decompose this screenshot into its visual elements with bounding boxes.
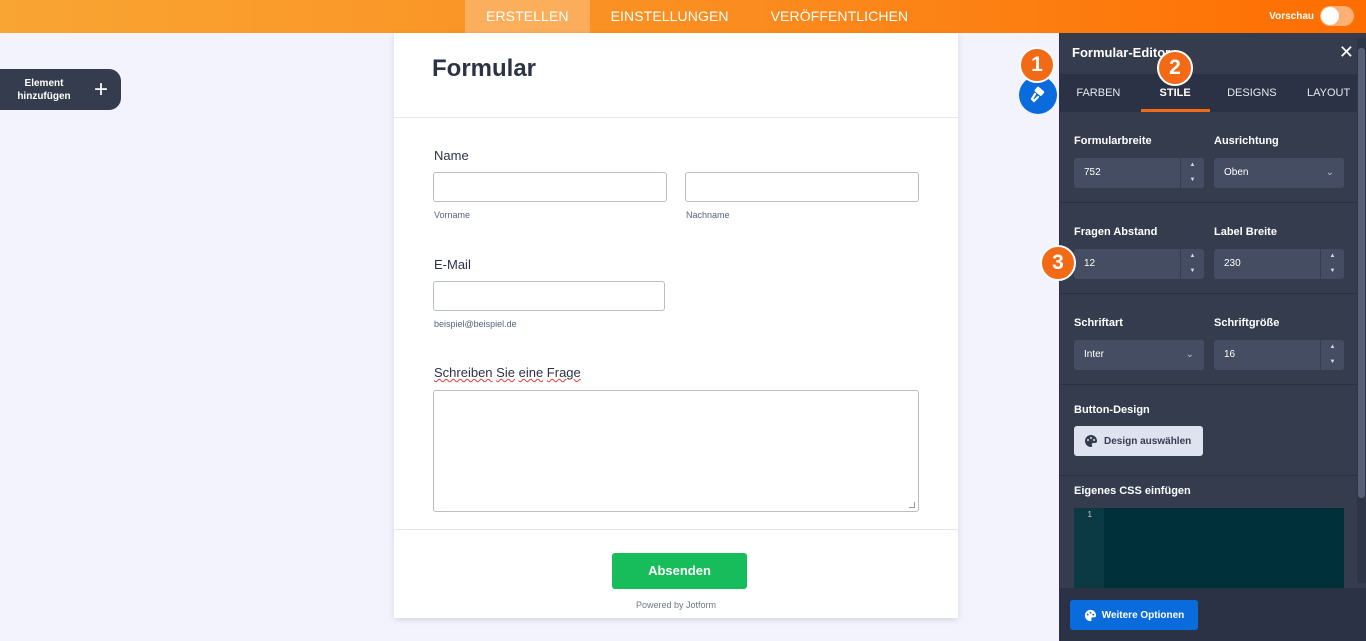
custom-css-editor[interactable]: 1 bbox=[1074, 508, 1344, 593]
stepper-up-icon[interactable]: ▲ bbox=[1321, 249, 1344, 264]
email-sublabel: beispiel@beispiel.de bbox=[434, 319, 517, 329]
preview-toggle[interactable] bbox=[1320, 6, 1354, 26]
tab-designs[interactable]: DESIGNS bbox=[1214, 74, 1291, 112]
first-name-sublabel: Vorname bbox=[434, 210, 471, 220]
alignment-label: Ausrichtung bbox=[1214, 135, 1279, 147]
stepper-down-icon[interactable]: ▼ bbox=[1181, 173, 1204, 188]
submit-button[interactable]: Absenden bbox=[612, 553, 747, 589]
form-width-stepper: ▲ ▼ bbox=[1180, 158, 1204, 188]
custom-css-label: Eigenes CSS einfügen bbox=[1074, 485, 1191, 497]
close-icon[interactable]: ✕ bbox=[1339, 43, 1354, 61]
font-size-input[interactable]: 16 ▲ ▼ bbox=[1214, 340, 1344, 370]
form-width-label: Formularbreite bbox=[1074, 135, 1152, 147]
question-label-word: Frage bbox=[546, 365, 581, 380]
resize-grip-icon[interactable] bbox=[909, 502, 915, 508]
marker-1: 1 bbox=[1019, 47, 1055, 83]
last-name-input[interactable] bbox=[685, 172, 919, 202]
form-editor-panel: Formular-Editor ✕ FARBEN STILE DESIGNS L… bbox=[1059, 33, 1366, 641]
choose-design-label: Design auswählen bbox=[1104, 435, 1192, 447]
stepper-down-icon[interactable]: ▼ bbox=[1181, 264, 1204, 279]
stepper-up-icon[interactable]: ▲ bbox=[1181, 249, 1204, 264]
choose-design-button[interactable]: Design auswählen bbox=[1074, 426, 1203, 456]
alignment-value: Oben bbox=[1224, 167, 1249, 178]
tab-farben[interactable]: FARBEN bbox=[1060, 74, 1137, 112]
palette-icon bbox=[1085, 435, 1097, 447]
question-spacing-label: Fragen Abstand bbox=[1074, 226, 1158, 238]
font-label: Schriftart bbox=[1074, 317, 1123, 329]
question-spacing-stepper: ▲ ▼ bbox=[1180, 249, 1204, 279]
panel-scrollbar[interactable] bbox=[1357, 38, 1366, 583]
top-navigation: ERSTELLEN EINSTELLUNGEN VERÖFFENTLICHEN bbox=[465, 0, 929, 33]
label-width-label: Label Breite bbox=[1214, 226, 1277, 238]
plus-icon: + bbox=[94, 75, 109, 103]
stepper-down-icon[interactable]: ▼ bbox=[1321, 355, 1344, 370]
panel-title: Formular-Editor bbox=[1072, 45, 1171, 60]
palette-icon bbox=[1084, 609, 1096, 621]
label-width-stepper: ▲ ▼ bbox=[1320, 249, 1344, 279]
button-design-label: Button-Design bbox=[1074, 404, 1150, 416]
tab-einstellungen[interactable]: EINSTELLUNGEN bbox=[590, 0, 750, 33]
preview-label: Vorschau bbox=[1269, 10, 1314, 22]
stepper-down-icon[interactable]: ▼ bbox=[1321, 264, 1344, 279]
section-divider bbox=[1060, 384, 1358, 385]
panel-footer: Weitere Optionen bbox=[1060, 588, 1366, 641]
more-options-button[interactable]: Weitere Optionen bbox=[1070, 600, 1198, 630]
question-label-word: eine bbox=[518, 365, 544, 380]
alignment-select[interactable]: Oben ⌄ bbox=[1214, 158, 1344, 188]
section-divider bbox=[1060, 293, 1358, 294]
scrollbar-thumb[interactable] bbox=[1358, 48, 1365, 498]
marker-3: 3 bbox=[1040, 245, 1076, 281]
form-width-value: 752 bbox=[1084, 167, 1101, 178]
form-divider bbox=[394, 529, 958, 530]
question-field-label[interactable]: Schreiben Sie eine Frage bbox=[434, 365, 581, 380]
add-element-label: Element hinzufügen bbox=[17, 77, 71, 102]
more-options-label: Weitere Optionen bbox=[1101, 609, 1185, 621]
label-width-value: 230 bbox=[1224, 258, 1241, 269]
preview-control: Vorschau bbox=[1269, 6, 1354, 26]
question-spacing-value: 12 bbox=[1084, 258, 1096, 269]
paint-roller-icon bbox=[1030, 86, 1045, 103]
form-card: Formular Name Vorname Nachname E-Mail be… bbox=[394, 33, 958, 618]
line-number: 1 bbox=[1074, 508, 1104, 593]
first-name-input[interactable] bbox=[433, 172, 667, 202]
section-divider bbox=[1060, 475, 1358, 476]
form-width-input[interactable]: 752 ▲ ▼ bbox=[1074, 158, 1204, 188]
font-size-stepper: ▲ ▼ bbox=[1320, 340, 1344, 370]
panel-tabs: FARBEN STILE DESIGNS LAYOUT bbox=[1060, 74, 1366, 112]
email-input[interactable] bbox=[433, 281, 665, 311]
tab-erstellen[interactable]: ERSTELLEN bbox=[465, 0, 590, 33]
question-label-word: Schreiben bbox=[434, 365, 493, 380]
email-field-label[interactable]: E-Mail bbox=[434, 257, 471, 272]
font-size-value: 16 bbox=[1224, 349, 1236, 360]
tab-layout[interactable]: LAYOUT bbox=[1290, 74, 1366, 112]
form-header: Formular bbox=[394, 33, 958, 118]
name-field-label[interactable]: Name bbox=[434, 148, 469, 163]
section-divider bbox=[1060, 202, 1358, 203]
chevron-down-icon: ⌄ bbox=[1185, 349, 1194, 360]
form-title[interactable]: Formular bbox=[432, 55, 920, 83]
marker-2: 2 bbox=[1157, 50, 1193, 86]
question-spacing-input[interactable]: 12 ▲ ▼ bbox=[1074, 249, 1204, 279]
powered-by-text: Powered by Jotform bbox=[635, 600, 717, 610]
last-name-sublabel: Nachname bbox=[686, 210, 730, 220]
question-label-word: Sie bbox=[496, 365, 515, 380]
font-size-label: Schriftgröße bbox=[1214, 317, 1280, 329]
font-select[interactable]: Inter ⌄ bbox=[1074, 340, 1204, 370]
add-element-button[interactable]: Element hinzufügen + bbox=[0, 69, 121, 110]
font-value: Inter bbox=[1084, 349, 1105, 360]
question-textarea[interactable] bbox=[433, 390, 919, 512]
chevron-down-icon: ⌄ bbox=[1325, 167, 1334, 178]
label-width-input[interactable]: 230 ▲ ▼ bbox=[1214, 249, 1344, 279]
top-bar: ERSTELLEN EINSTELLUNGEN VERÖFFENTLICHEN … bbox=[0, 0, 1366, 33]
stepper-up-icon[interactable]: ▲ bbox=[1181, 158, 1204, 173]
tab-veroeffentlichen[interactable]: VERÖFFENTLICHEN bbox=[750, 0, 930, 33]
stepper-up-icon[interactable]: ▲ bbox=[1321, 340, 1344, 355]
